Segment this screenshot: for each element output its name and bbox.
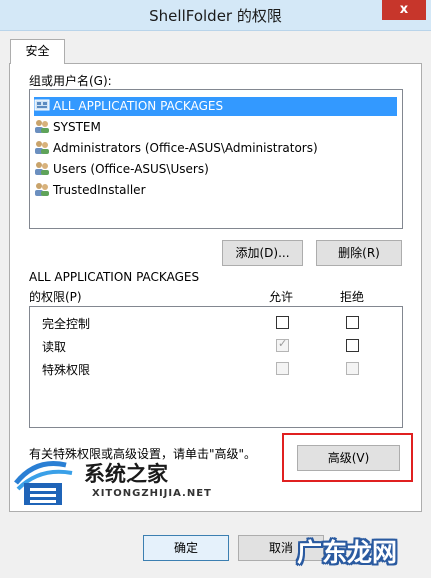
permission-name: 完全控制: [42, 317, 91, 331]
permissions-heading: 的权限(P): [29, 290, 82, 304]
allow-full-control-checkbox[interactable]: [276, 316, 289, 329]
permissions-list: 完全控制 读取 ✓ 特殊权限: [29, 306, 403, 428]
users-heading: 组或用户名(G):: [29, 74, 112, 88]
remove-button[interactable]: 删除(R): [316, 240, 402, 266]
list-item[interactable]: ALL APPLICATION PACKAGES: [34, 97, 397, 116]
allow-special-checkbox: [276, 362, 289, 375]
list-item[interactable]: TrustedInstaller: [34, 181, 150, 200]
users-icon: [34, 118, 50, 134]
close-icon: x: [399, 2, 409, 17]
permissions-subject: ALL APPLICATION PACKAGES: [29, 270, 200, 284]
watermark-corner: 广东龙网: [297, 538, 398, 567]
allow-read-checkbox: ✓: [276, 337, 289, 352]
ok-button[interactable]: 确定: [143, 535, 229, 561]
watermark-site-url: XITONGZHIJIA.NET: [92, 488, 212, 499]
title-bar: ShellFolder 的权限 x: [0, 0, 431, 31]
users-icon: [34, 139, 50, 155]
tab-security[interactable]: 安全: [10, 39, 65, 64]
list-item[interactable]: Administrators (Office-ASUS\Administrato…: [34, 139, 322, 158]
users-icon: [34, 181, 50, 197]
checkmark-icon: ✓: [278, 337, 288, 350]
list-item-label: TrustedInstaller: [53, 183, 146, 197]
list-item-label: Administrators (Office-ASUS\Administrato…: [53, 141, 318, 155]
window-title: ShellFolder 的权限: [149, 7, 282, 25]
list-item[interactable]: Users (Office-ASUS\Users): [34, 160, 213, 179]
list-item[interactable]: SYSTEM: [34, 118, 105, 137]
permission-name: 读取: [42, 340, 67, 354]
packages-icon: [34, 97, 50, 113]
add-button[interactable]: 添加(D)...: [222, 240, 303, 266]
list-item-label: Users (Office-ASUS\Users): [53, 162, 209, 176]
deny-column-header: 拒绝: [340, 290, 365, 304]
close-button[interactable]: x: [382, 0, 426, 20]
permission-name: 特殊权限: [42, 363, 91, 377]
deny-special-checkbox: [346, 362, 359, 375]
deny-full-control-checkbox[interactable]: [346, 316, 359, 329]
list-item-label: ALL APPLICATION PACKAGES: [53, 99, 224, 113]
advanced-button[interactable]: 高级(V): [297, 445, 400, 471]
watermark-site-name: 系统之家: [84, 462, 168, 486]
allow-column-header: 允许: [269, 290, 294, 304]
users-icon: [34, 160, 50, 176]
list-item-label: SYSTEM: [53, 120, 101, 134]
deny-read-checkbox[interactable]: [346, 339, 359, 352]
users-listbox[interactable]: ALL APPLICATION PACKAGES SYSTEM Administ…: [29, 89, 403, 229]
